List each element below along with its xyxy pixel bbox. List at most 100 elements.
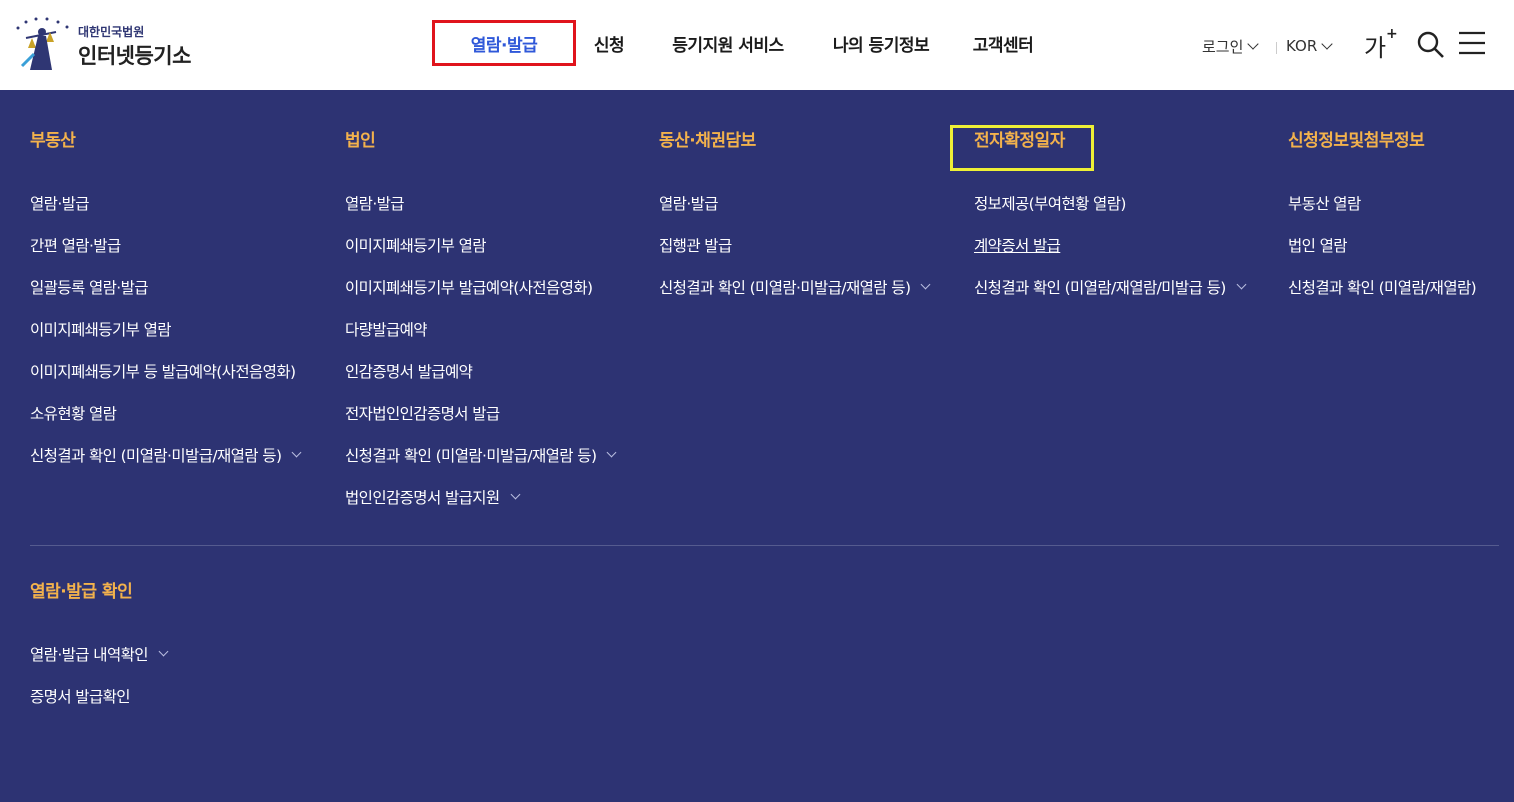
menu-item-label: 집행관 발급 bbox=[659, 237, 732, 255]
menu-column-title: 동산·채권담보 bbox=[659, 131, 756, 151]
menu-item[interactable]: 간편 열람·발급 bbox=[30, 224, 300, 266]
menu-item[interactable]: 소유현황 열람 bbox=[30, 392, 300, 434]
menu-item-label: 정보제공(부여현황 열람) bbox=[974, 195, 1126, 213]
menu-item[interactable]: 신청결과 확인 (미열람/재열람) bbox=[1288, 266, 1477, 308]
chevron-down-icon bbox=[510, 489, 521, 500]
mega-menu-panel: 부동산 열람·발급 간편 열람·발급 일괄등록 열람·발급 이미지폐쇄등기부 열람 이미지… bbox=[0, 90, 1514, 802]
nav-my-registry[interactable]: 나의 등기정보 bbox=[816, 20, 946, 66]
menu-item[interactable]: 일괄등록 열람·발급 bbox=[30, 266, 300, 308]
menu-column-movable-bond: 동산·채권담보열람·발급집행관 발급신청결과 확인 (미열람·미발급/재열람 등… bbox=[659, 126, 931, 308]
menu-item-label: 신청결과 확인 (미열람·미발급/재열람 등) bbox=[659, 279, 911, 297]
chevron-down-icon bbox=[158, 646, 169, 657]
menu-item-label: 신청결과 확인 (미열람/재열람) bbox=[1288, 279, 1477, 297]
menu-column-title: 신청정보및첨부정보 bbox=[1288, 131, 1425, 151]
menu-item-label: 열람·발급 bbox=[659, 195, 719, 213]
menu-column-real-estate: 부동산열람·발급간편 열람·발급일괄등록 열람·발급이미지폐쇄등기부 열람이미지… bbox=[30, 126, 302, 476]
menu-item-label: 이미지폐쇄등기부 열람 bbox=[345, 237, 487, 255]
menu-item-label: 법인 열람 bbox=[1288, 237, 1348, 255]
nav-view-issue[interactable]: 열람·발급 bbox=[432, 20, 576, 66]
menu-item-label: 열람·발급 bbox=[345, 195, 405, 213]
menu-item[interactable]: 신청결과 확인 (미열람·미발급/재열람 등) bbox=[659, 266, 931, 308]
menu-item[interactable]: 열람·발급 bbox=[30, 182, 300, 224]
menu-item-label: 다량발급예약 bbox=[345, 321, 428, 339]
nav-customer-center[interactable]: 고객센터 bbox=[958, 20, 1048, 66]
main-nav: 열람·발급 신청 등기지원 서비스 나의 등기정보 고객센터 bbox=[432, 20, 1048, 66]
menu-item[interactable]: 이미지폐쇄등기부 등 발급예약(사전음영화) bbox=[30, 350, 300, 392]
menu-item[interactable]: 다량발급예약 bbox=[345, 308, 615, 350]
menu-item[interactable]: 계약증서 발급 bbox=[974, 224, 1245, 266]
logo-subtitle: 대한민국법원 bbox=[78, 25, 145, 39]
menu-item-label: 증명서 발급확인 bbox=[30, 688, 131, 706]
menu-item[interactable]: 부동산 열람 bbox=[1288, 182, 1476, 224]
menu-item-label: 소유현황 열람 bbox=[30, 405, 117, 423]
menu-item-label: 부동산 열람 bbox=[1288, 195, 1361, 213]
menu-list: 열람·발급 내역확인증명서 발급확인 bbox=[30, 633, 169, 717]
search-icon[interactable] bbox=[1416, 30, 1446, 60]
court-emblem-icon bbox=[16, 17, 69, 70]
menu-item-label: 신청결과 확인 (미열람·미발급/재열람 등) bbox=[345, 447, 597, 465]
login-dropdown[interactable]: 로그인 bbox=[1202, 28, 1260, 64]
menu-item-label: 이미지폐쇄등기부 열람 bbox=[30, 321, 172, 339]
menu-item-label: 신청결과 확인 (미열람·미발급/재열람 등) bbox=[30, 447, 282, 465]
menu-list: 부동산 열람법인 열람신청결과 확인 (미열람/재열람) bbox=[1288, 182, 1477, 308]
menu-item[interactable]: 집행관 발급 bbox=[659, 224, 929, 266]
menu-item-label: 법인인감증명서 발급지원 bbox=[345, 489, 500, 507]
menu-column-view-issue-check: 열람·발급 확인열람·발급 내역확인증명서 발급확인 bbox=[30, 577, 169, 717]
chevron-down-icon bbox=[1321, 37, 1333, 50]
menu-divider bbox=[30, 545, 1499, 546]
font-size-button[interactable]: 가 + bbox=[1364, 26, 1398, 63]
menu-column-application-info: 신청정보및첨부정보부동산 열람법인 열람신청결과 확인 (미열람/재열람) bbox=[1288, 126, 1477, 308]
menu-item[interactable]: 신청결과 확인 (미열람/재열람/미발급 등) bbox=[974, 266, 1247, 308]
menu-column-corporation: 법인열람·발급이미지폐쇄등기부 열람이미지폐쇄등기부 발급예약(사전음영화) 다량… bbox=[345, 126, 617, 518]
menu-item[interactable]: 법인인감증명서 발급지원 bbox=[345, 476, 615, 518]
site-logo[interactable]: 대한민국법원 인터넷등기소 bbox=[12, 14, 212, 74]
menu-list: 열람·발급집행관 발급신청결과 확인 (미열람·미발급/재열람 등) bbox=[659, 182, 931, 308]
font-plus-label: + bbox=[1386, 26, 1398, 42]
menu-item-label: 열람·발급 bbox=[30, 195, 90, 213]
language-label: KOR bbox=[1286, 37, 1318, 55]
menu-list: 정보제공(부여현황 열람) 계약증서 발급신청결과 확인 (미열람/재열람/미발급… bbox=[974, 182, 1247, 308]
menu-item[interactable]: 이미지폐쇄등기부 발급예약(사전음영화) bbox=[345, 266, 615, 308]
menu-item[interactable]: 열람·발급 내역확인 bbox=[30, 633, 169, 675]
chevron-down-icon bbox=[920, 279, 931, 290]
menu-item-label: 계약증서 발급 bbox=[974, 237, 1061, 255]
menu-item[interactable]: 열람·발급 bbox=[345, 182, 615, 224]
menu-list: 열람·발급간편 열람·발급일괄등록 열람·발급이미지폐쇄등기부 열람이미지폐쇄등… bbox=[30, 182, 302, 476]
menu-item-label: 신청결과 확인 (미열람/재열람/미발급 등) bbox=[974, 279, 1226, 297]
nav-registry-support[interactable]: 등기지원 서비스 bbox=[652, 20, 804, 66]
menu-item-label: 열람·발급 내역확인 bbox=[30, 646, 149, 664]
chevron-down-icon bbox=[1247, 37, 1260, 50]
highlight-outline bbox=[950, 125, 1094, 171]
menu-item[interactable]: 정보제공(부여현황 열람) bbox=[974, 182, 1245, 224]
menu-item-label: 간편 열람·발급 bbox=[30, 237, 121, 255]
chevron-down-icon bbox=[1236, 279, 1247, 290]
login-label: 로그인 bbox=[1202, 37, 1244, 56]
menu-item[interactable]: 신청결과 확인 (미열람·미발급/재열람 등) bbox=[345, 434, 617, 476]
menu-item-label: 전자법인인감증명서 발급 bbox=[345, 405, 500, 423]
menu-item-label: 인감증명서 발급예약 bbox=[345, 363, 473, 381]
nav-apply[interactable]: 신청 bbox=[576, 20, 642, 66]
menu-column-title: 열람·발급 확인 bbox=[30, 582, 133, 602]
menu-item[interactable]: 전자법인인감증명서 발급 bbox=[345, 392, 615, 434]
menu-list: 열람·발급이미지폐쇄등기부 열람이미지폐쇄등기부 발급예약(사전음영화) 다량발급… bbox=[345, 182, 617, 518]
hamburger-menu-icon[interactable] bbox=[1458, 30, 1486, 56]
menu-item-label: 일괄등록 열람·발급 bbox=[30, 279, 149, 297]
logo-title: 인터넷등기소 bbox=[78, 44, 191, 68]
language-dropdown[interactable]: KOR bbox=[1286, 28, 1333, 64]
chevron-down-icon bbox=[291, 447, 302, 458]
menu-item[interactable]: 열람·발급 bbox=[659, 182, 929, 224]
menu-item[interactable]: 증명서 발급확인 bbox=[30, 675, 167, 717]
menu-item[interactable]: 이미지폐쇄등기부 열람 bbox=[30, 308, 300, 350]
menu-item[interactable]: 신청결과 확인 (미열람·미발급/재열람 등) bbox=[30, 434, 302, 476]
util-separator bbox=[1276, 42, 1277, 54]
menu-column-title: 부동산 bbox=[30, 131, 76, 151]
menu-item-label: 이미지폐쇄등기부 등 발급예약(사전음영화) bbox=[30, 363, 296, 381]
menu-item[interactable]: 법인 열람 bbox=[1288, 224, 1476, 266]
menu-item-label: 이미지폐쇄등기부 발급예약(사전음영화) bbox=[345, 279, 593, 297]
font-size-label: 가 bbox=[1364, 34, 1387, 62]
site-header: 대한민국법원 인터넷등기소 열람·발급 신청 등기지원 서비스 나의 등기정보 … bbox=[0, 0, 1514, 90]
menu-item[interactable]: 이미지폐쇄등기부 열람 bbox=[345, 224, 615, 266]
menu-column-title: 법인 bbox=[345, 131, 376, 151]
chevron-down-icon bbox=[606, 447, 617, 458]
menu-item[interactable]: 인감증명서 발급예약 bbox=[345, 350, 615, 392]
